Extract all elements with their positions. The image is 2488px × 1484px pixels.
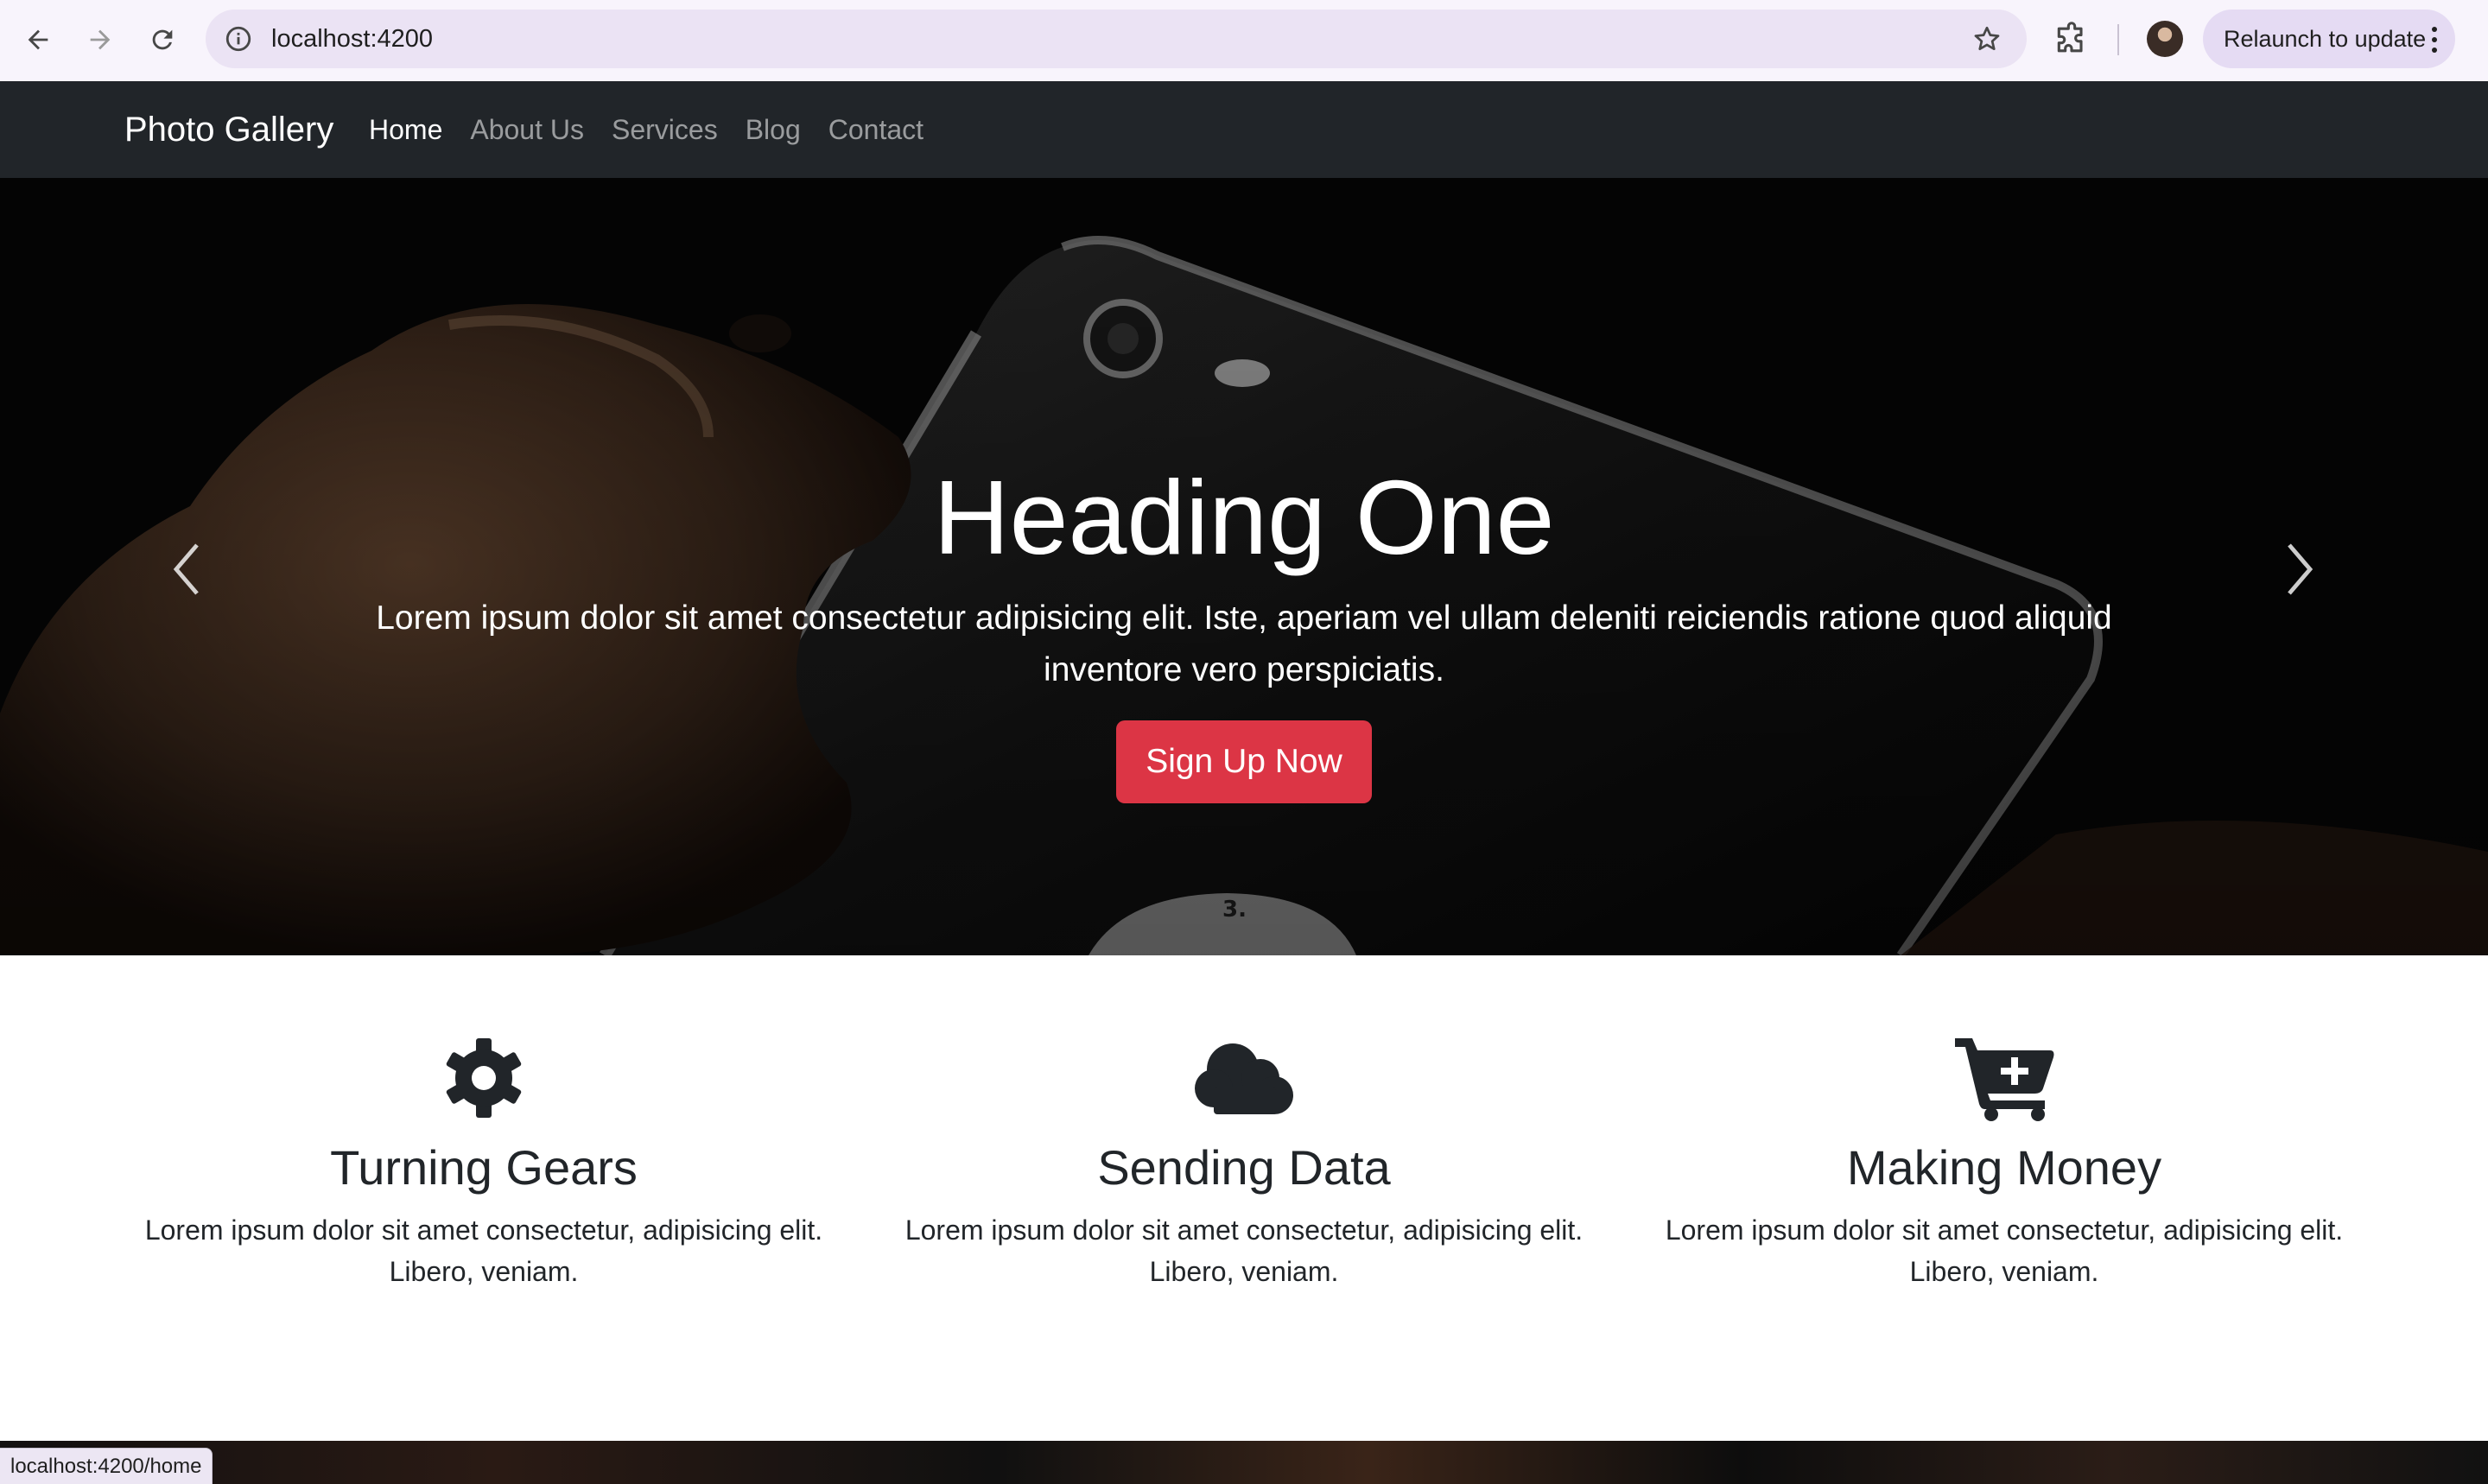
nav-link-home[interactable]: Home: [369, 114, 442, 146]
hero-description: Lorem ipsum dolor sit amet consectetur a…: [376, 599, 2112, 688]
feature-title: Sending Data: [1097, 1140, 1391, 1195]
nav-link-about-us[interactable]: About Us: [470, 114, 584, 146]
relaunch-label: Relaunch to update: [2224, 26, 2427, 52]
toolbar-divider: [2117, 24, 2119, 55]
feature-text: Lorem ipsum dolor sit amet consectetur, …: [1665, 1214, 2344, 1287]
reload-icon: [152, 29, 173, 50]
bookmark-star-icon[interactable]: [1971, 23, 2002, 54]
address-bar[interactable]: localhost:4200: [206, 10, 2027, 68]
features-section: Turning Gears Lorem ipsum dolor sit amet…: [0, 955, 2488, 1441]
reload-button[interactable]: [140, 17, 185, 62]
gear-icon: [446, 1038, 522, 1118]
feature-text: Lorem ipsum dolor sit amet consectetur, …: [904, 1214, 1584, 1287]
extensions-icon[interactable]: [2053, 21, 2091, 59]
relaunch-button[interactable]: Relaunch to update: [2203, 10, 2455, 68]
nav-links: Home About Us Services Blog Contact: [369, 81, 951, 178]
feature-title: Turning Gears: [330, 1140, 638, 1195]
cart-plus-icon: [1955, 1038, 2054, 1121]
site-navbar: Photo Gallery Home About Us Services Blo…: [0, 81, 2488, 178]
hero-carousel: 3. Heading One Lorem ipsum dolor sit ame…: [0, 178, 2488, 955]
status-bar-url: localhost:4200/home: [0, 1448, 213, 1484]
more-vert-icon[interactable]: [2431, 27, 2438, 53]
nav-link-contact[interactable]: Contact: [828, 114, 923, 146]
back-icon: [28, 29, 48, 50]
feature-title: Making Money: [1846, 1140, 2162, 1195]
nav-link-services[interactable]: Services: [612, 114, 718, 146]
browser-toolbar: localhost:4200 Relaunch to update: [0, 0, 2488, 81]
sign-up-button[interactable]: Sign Up Now: [1116, 720, 1372, 803]
forward-icon: [90, 29, 111, 50]
back-button[interactable]: [16, 17, 60, 62]
profile-avatar[interactable]: [2147, 21, 2183, 57]
feature-text: Lorem ipsum dolor sit amet consectetur, …: [144, 1214, 823, 1287]
site-info-icon[interactable]: [219, 20, 257, 58]
next-section-image: [0, 1441, 2488, 1484]
cloud-icon: [1195, 1043, 1293, 1114]
feature-turning-gears: Turning Gears Lorem ipsum dolor sit amet…: [104, 1035, 864, 1292]
navbar-brand[interactable]: Photo Gallery: [124, 81, 333, 178]
nav-link-blog[interactable]: Blog: [746, 114, 801, 146]
feature-sending-data: Sending Data Lorem ipsum dolor sit amet …: [864, 1035, 1624, 1292]
url-text[interactable]: localhost:4200: [271, 10, 433, 68]
forward-button[interactable]: [78, 17, 123, 62]
feature-making-money: Making Money Lorem ipsum dolor sit amet …: [1624, 1035, 2384, 1292]
hero-heading: Heading One: [933, 459, 1555, 576]
